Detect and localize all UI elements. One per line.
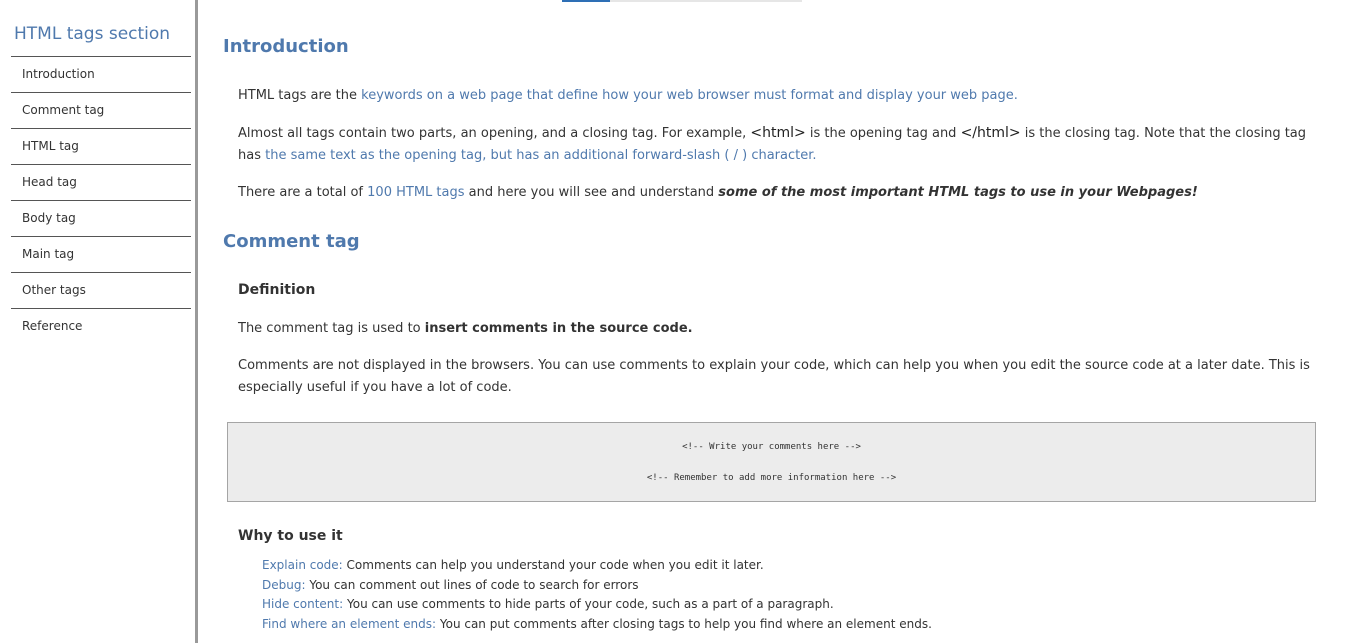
list-item: Debug: You can comment out lines of code… [262,576,932,596]
html-close-tag-example: </html> [960,125,1021,141]
html-tags-count-link[interactable]: 100 HTML tags [367,185,464,200]
html-open-tag-example: <html> [750,125,806,141]
intro-p2-text-b: is the opening tag and [805,126,961,141]
code-line-1: <!-- Write your comments here --> [682,442,861,452]
sidebar-item-html-tag[interactable]: HTML tag [11,129,191,165]
sidebar-item-body-tag[interactable]: Body tag [11,201,191,237]
intro-p2-text-a: Almost all tags contain two parts, an op… [238,126,751,141]
why-to-use-heading: Why to use it [238,528,343,544]
scroll-progress-fill [562,0,610,2]
definition-heading: Definition [238,282,316,298]
introduction-heading: Introduction [223,36,349,57]
intro-p2-highlight: the same text as the opening tag, but ha… [265,148,817,163]
use-text: You can put comments after closing tags … [436,616,932,631]
intro-paragraph-3: There are a total of 100 HTML tags and h… [238,182,1313,204]
comment-tag-heading: Comment tag [223,231,360,252]
sidebar-item-reference[interactable]: Reference [11,309,191,344]
intro-paragraph-2: Almost all tags contain two parts, an op… [238,122,1313,167]
sidebar-item-head-tag[interactable]: Head tag [11,165,191,201]
sidebar-title: HTML tags section [14,24,171,44]
page: HTML tags section Introduction Comment t… [0,0,1347,643]
list-item: Hide content: You can use comments to hi… [262,595,932,615]
intro-p3-text-b: and here you will see and understand [464,185,719,200]
comment-p1-strong: insert comments in the source code. [424,321,693,336]
intro-p3-emphasis: some of the most important HTML tags to … [718,185,1198,200]
comment-paragraph-2: Comments are not displayed in the browse… [238,358,1310,395]
sidebar-item-main-tag[interactable]: Main tag [11,237,191,273]
use-key-debug: Debug: [262,577,306,592]
comment-p1-text: The comment tag is used to [238,321,425,336]
code-example-box: <!-- Write your comments here --> <!-- R… [227,422,1316,502]
intro-p3-text-a: There are a total of [238,185,368,200]
sidebar-item-other-tags[interactable]: Other tags [11,273,191,309]
comment-paragraph-1: The comment tag is used to insert commen… [238,318,1313,340]
uses-list: Explain code: Comments can help you unde… [262,556,932,634]
list-item: Find where an element ends: You can put … [262,615,932,635]
sidebar-item-comment-tag[interactable]: Comment tag [11,93,191,129]
list-item: Explain code: Comments can help you unde… [262,556,932,576]
sidebar: HTML tags section Introduction Comment t… [0,0,198,643]
use-key-hide-content: Hide content: [262,597,344,611]
use-text: You can comment out lines of code to sea… [305,577,639,592]
sidebar-item-introduction[interactable]: Introduction [11,57,191,93]
sidebar-nav: Introduction Comment tag HTML tag Head t… [11,56,191,344]
use-text: You can use comments to hide parts of yo… [343,597,834,611]
use-key-explain-code: Explain code: [262,558,343,572]
intro-paragraph-1: HTML tags are the keywords on a web page… [238,85,1313,107]
code-line-2: <!-- Remember to add more information he… [646,473,897,483]
use-key-find-element-end: Find where an element ends: [262,616,437,631]
intro-p1-highlight: keywords on a web page that define how y… [361,88,1018,103]
use-text: Comments can help you understand your co… [342,558,764,572]
scroll-progress-bar [562,0,802,2]
intro-p1-text: HTML tags are the [238,88,362,103]
